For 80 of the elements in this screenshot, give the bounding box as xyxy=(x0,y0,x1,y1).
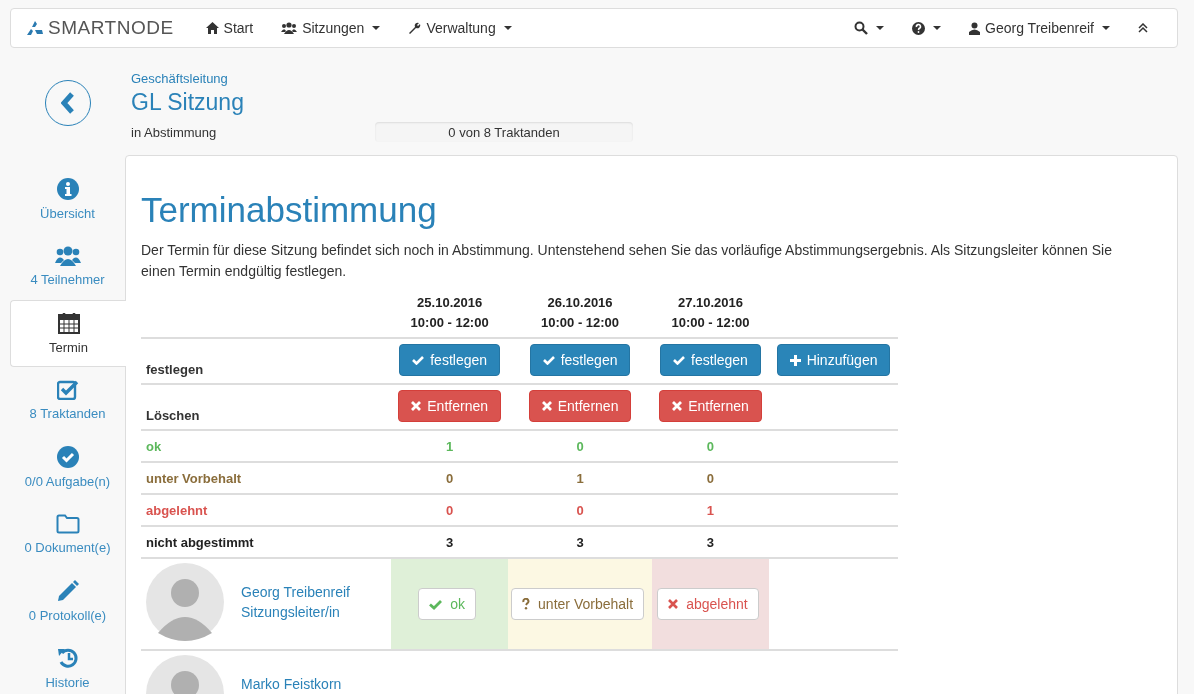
vote-count: 3 xyxy=(446,534,454,550)
users-icon xyxy=(54,246,81,266)
home-icon xyxy=(205,22,219,34)
stat-label: ok xyxy=(146,438,162,454)
pencil-icon xyxy=(56,580,79,602)
meeting-title: GL Sitzung xyxy=(131,88,245,116)
vote-button[interactable]: unter Vorbehalt xyxy=(511,588,645,620)
nav-link[interactable]: Sitzungen xyxy=(267,20,395,36)
participant-role: Sitzungsleiter/in xyxy=(241,603,341,622)
meeting-status: in Abstimmung xyxy=(131,124,218,140)
question-icon xyxy=(522,598,531,610)
cross-icon xyxy=(411,401,422,411)
sidebar-item[interactable]: 0 Protokoll(e) xyxy=(10,568,125,635)
remove-button[interactable]: Entfernen xyxy=(528,390,632,422)
date-header: 27.10.2016 10:00 - 12:00 xyxy=(670,294,751,332)
vote-count: 0 xyxy=(576,438,584,454)
sidebar-item[interactable]: 8 Traktanden xyxy=(10,367,125,434)
participant-name[interactable]: Marko Feistkorn xyxy=(241,674,342,694)
remove-button[interactable]: Entfernen xyxy=(398,390,501,422)
nav-link[interactable]: Georg Treibenreif xyxy=(955,20,1124,36)
wrench-icon xyxy=(408,21,422,35)
sidebar-item[interactable]: 0/0 Aufgabe(n) xyxy=(10,434,125,501)
search-icon xyxy=(854,21,869,35)
progress-label: 0 von 8 Traktanden xyxy=(448,124,560,140)
chevron-left-icon xyxy=(60,92,75,114)
stat-label: unter Vorbehalt xyxy=(146,470,242,486)
stat-label: nicht abgestimmt xyxy=(146,534,254,550)
check-icon xyxy=(429,598,443,610)
description: Der Termin für diese Sitzung befindet sich noch in Abstimmung. Untenstehend sehen Sie das vorläufige Abstimmungsergebnis. Als Sitzungsleiter können Sie einen Termin endgültig festlegen. xyxy=(141,241,1113,281)
remove-button[interactable]: Entfernen xyxy=(659,390,762,422)
check-icon xyxy=(673,355,686,365)
history-icon xyxy=(56,647,79,669)
user-icon xyxy=(969,21,981,35)
row-label: festlegen xyxy=(146,362,204,377)
brand-name[interactable]: SMARTNODE xyxy=(48,17,174,39)
sidebar-item[interactable]: 0 Dokument(e) xyxy=(10,501,125,568)
vote-button[interactable]: abgelehnt xyxy=(657,588,759,620)
vote-count: 0 xyxy=(446,470,454,486)
participant-name[interactable]: Georg Treibenreif xyxy=(241,582,350,602)
vote-count: 3 xyxy=(576,534,584,550)
users-icon xyxy=(281,22,298,34)
nav-link[interactable]: Verwaltung xyxy=(394,20,526,36)
group-link[interactable]: Geschäftsleitung xyxy=(131,70,1178,88)
logo-icon[interactable] xyxy=(26,20,44,36)
date-header: 25.10.2016 10:00 - 12:00 xyxy=(409,294,490,332)
folder-icon xyxy=(55,514,80,534)
sidebar-item[interactable]: Übersicht xyxy=(10,166,125,233)
checkbox-icon xyxy=(56,380,79,400)
vote-count: 0 xyxy=(576,502,584,518)
sidebar-item[interactable]: Historie xyxy=(10,635,125,694)
cross-icon xyxy=(672,401,683,411)
vote-button[interactable]: ok xyxy=(418,588,477,620)
fix-button[interactable]: festlegen xyxy=(399,344,501,376)
row-label: Löschen xyxy=(146,408,200,423)
vote-count: 3 xyxy=(706,534,715,550)
nav-link[interactable]: Start xyxy=(191,20,268,36)
stat-label: abgelehnt xyxy=(146,502,208,518)
calendar-icon xyxy=(57,312,80,334)
plus-icon xyxy=(789,354,801,366)
date-header: 26.10.2016 10:00 - 12:00 xyxy=(540,294,621,332)
check-circle-icon xyxy=(56,446,79,468)
double-chevron-icon xyxy=(1138,23,1148,33)
check-icon xyxy=(412,355,425,365)
cross-icon xyxy=(541,401,552,411)
fix-button[interactable]: festlegen xyxy=(529,344,631,376)
sidebar-item[interactable]: 4 Teilnehmer xyxy=(10,233,125,300)
sidebar-item[interactable]: Termin xyxy=(10,300,126,367)
vote-count: 0 xyxy=(706,438,715,454)
vote-count: 1 xyxy=(706,502,715,518)
vote-count: 1 xyxy=(446,438,454,454)
fix-button[interactable]: festlegen xyxy=(660,344,761,376)
add-button[interactable]: Hinzufügen xyxy=(776,344,891,376)
cross-icon xyxy=(668,599,679,609)
info-icon xyxy=(56,178,79,200)
vote-count: 0 xyxy=(446,502,454,518)
vote-count: 0 xyxy=(706,470,715,486)
page-title: Terminabstimmung xyxy=(141,190,438,230)
vote-count: 1 xyxy=(576,470,584,486)
help-icon xyxy=(912,21,926,35)
check-icon xyxy=(542,355,555,365)
